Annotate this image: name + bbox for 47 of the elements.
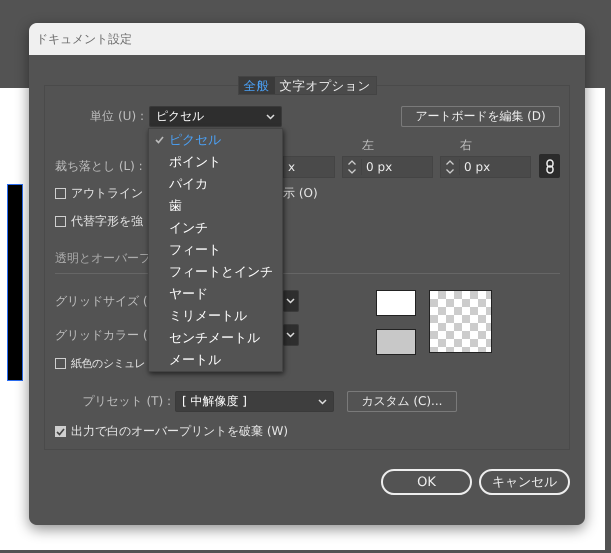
color-swatch[interactable] [376, 329, 416, 355]
window-title: ドキュメント設定 [36, 30, 132, 48]
menu-item[interactable]: 歯 [149, 195, 282, 217]
checkbox[interactable] [55, 216, 66, 227]
checkbox[interactable] [55, 188, 66, 199]
bleed-label: 裁ち落とし (L) : [55, 158, 143, 175]
menu-item[interactable]: センチメートル [149, 327, 282, 349]
custom-button[interactable]: カスタム (C)... [347, 391, 457, 412]
dialog-button[interactable]: OK [381, 469, 472, 495]
menu-item[interactable]: メートル [149, 349, 282, 371]
checkbox[interactable] [55, 358, 66, 369]
transparency-grid-preview [429, 290, 492, 353]
chain-link-icon[interactable] [539, 154, 560, 178]
preset-label: プリセット (T) : [82, 393, 171, 410]
grid-dropdown[interactable] [283, 324, 299, 346]
tab[interactable]: 文字オプション [274, 77, 376, 94]
bleed-field[interactable]: x [283, 156, 335, 178]
bleed-field[interactable]: 0 px [440, 156, 531, 178]
menu-item[interactable]: インチ [149, 217, 282, 239]
field-heading: 右 [459, 137, 473, 154]
chevron-icon [286, 298, 295, 304]
chevron-icon [266, 114, 275, 120]
checkbox[interactable] [55, 426, 66, 437]
chevron-icon [286, 332, 295, 338]
menu-item[interactable]: ヤード [149, 283, 282, 305]
tab[interactable]: 全般 [238, 77, 274, 94]
field-heading: 左 [361, 137, 375, 154]
bleed-field[interactable]: 0 px [342, 156, 433, 178]
units-dropdown[interactable]: ピクセル [149, 106, 282, 127]
preset-dropdown[interactable]: [ 中解像度 ] [175, 391, 334, 412]
option-label: 代替字形を強 [71, 213, 143, 230]
menu-item[interactable]: パイカ [149, 173, 282, 195]
menu-item[interactable]: ミリメートル [149, 305, 282, 327]
grid-label: グリッドカラー ( [55, 326, 148, 344]
option-label: 出力で白のオーバープリントを破棄 (W) [71, 423, 288, 440]
chevron-icon [318, 398, 327, 404]
units-label: 単位 (U) : [89, 108, 144, 125]
dialog-button[interactable]: キャンセル [479, 469, 570, 495]
color-swatch[interactable] [376, 290, 416, 316]
option-label: アウトライン [71, 185, 143, 202]
option-label: 紙色のシミュレ [71, 356, 146, 371]
checkmark-icon [154, 136, 164, 144]
grid-label: グリッドサイズ ( [55, 292, 148, 310]
option-label: 示 (O) [283, 185, 318, 202]
edit-artboard-button[interactable]: アートボードを編集 (D) [401, 106, 560, 127]
menu-item[interactable]: ポイント [149, 151, 282, 173]
grid-dropdown[interactable] [283, 290, 299, 312]
